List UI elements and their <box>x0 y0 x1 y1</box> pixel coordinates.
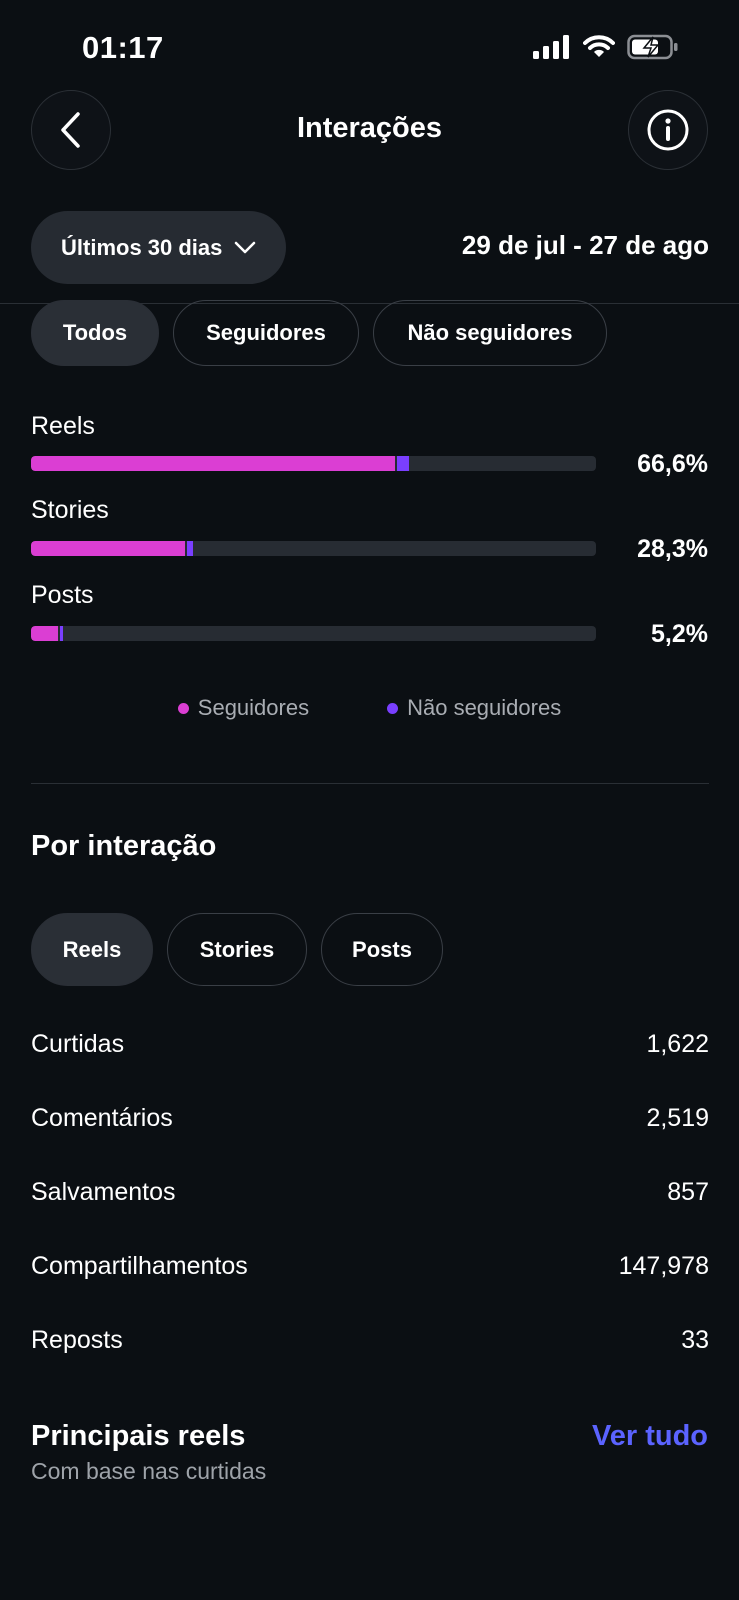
tab-stories[interactable]: Stories <box>167 913 307 986</box>
legend-followers: Seguidores <box>177 695 310 721</box>
bar-reels <box>31 456 596 471</box>
metric-label: Reposts <box>31 1326 123 1354</box>
bar-pct-reels: 66,6% <box>637 450 708 478</box>
metric-row-compartilhamentos: Compartilhamentos 147,978 <box>31 1252 709 1281</box>
non-followers-dot-icon <box>387 702 399 714</box>
metric-value: 2,519 <box>646 1104 709 1132</box>
status-icons <box>533 34 679 60</box>
content-type-tabs: Reels Stories Posts <box>31 913 443 986</box>
section-title-by-interaction: Por interação <box>31 830 217 862</box>
metric-row-salvamentos: Salvamentos 857 <box>31 1178 709 1207</box>
section-title-top-reels: Principais reels <box>31 1420 246 1452</box>
metric-row-comentarios: Comentários 2,519 <box>31 1104 709 1133</box>
bar-stories <box>31 541 596 556</box>
bar-label-reels: Reels <box>31 412 95 440</box>
bar-stories-non-followers <box>186 541 193 556</box>
metric-row-reposts: Reposts 33 <box>31 1326 709 1355</box>
metric-value: 147,978 <box>618 1252 709 1280</box>
metric-row-curtidas: Curtidas 1,622 <box>31 1030 709 1059</box>
chevron-down-icon <box>235 241 256 253</box>
filter-seguidores[interactable]: Seguidores <box>173 300 359 366</box>
metric-value: 33 <box>681 1326 709 1354</box>
metric-label: Salvamentos <box>31 1178 176 1206</box>
bar-posts-non-followers <box>59 626 63 641</box>
date-range: 29 de jul - 27 de ago <box>461 230 709 260</box>
bar-label-stories: Stories <box>31 496 109 524</box>
metric-label: Comentários <box>31 1104 173 1132</box>
status-time: 01:17 <box>82 30 164 65</box>
section-subtitle-top-reels: Com base nas curtidas <box>31 1458 267 1484</box>
period-label: Últimos 30 dias <box>61 234 223 260</box>
filter-nao-seguidores[interactable]: Não seguidores <box>373 300 607 366</box>
filter-todos[interactable]: Todos <box>31 300 159 366</box>
period-dropdown[interactable]: Últimos 30 dias <box>31 211 287 284</box>
bar-reels-non-followers <box>397 456 410 471</box>
metric-value: 1,622 <box>646 1030 709 1058</box>
bar-pct-stories: 28,3% <box>637 535 708 563</box>
followers-dot-icon <box>177 702 189 714</box>
bar-pct-posts: 5,2% <box>651 620 708 648</box>
bar-label-posts: Posts <box>31 581 94 609</box>
divider <box>31 783 709 784</box>
wifi-icon <box>583 35 615 57</box>
bar-stories-followers <box>31 541 185 556</box>
legend-followers-label: Seguidores <box>197 695 310 720</box>
legend-non-followers: Não seguidores <box>387 695 561 721</box>
legend-non-followers-label: Não seguidores <box>407 695 562 720</box>
audience-filter-row: Todos Seguidores Não seguidores <box>31 300 607 366</box>
battery-charging-icon <box>627 34 678 60</box>
metric-value: 857 <box>667 1178 709 1206</box>
bar-posts <box>31 626 596 641</box>
metric-label: Curtidas <box>31 1030 125 1058</box>
metric-label: Compartilhamentos <box>31 1252 248 1280</box>
info-icon <box>647 109 689 151</box>
bar-posts-followers <box>31 626 58 641</box>
tab-posts[interactable]: Posts <box>321 913 443 986</box>
info-button[interactable] <box>628 90 708 170</box>
tab-reels[interactable]: Reels <box>31 913 153 986</box>
bar-reels-followers <box>31 456 396 471</box>
legend: Seguidores Não seguidores <box>0 695 739 721</box>
see-all-link[interactable]: Ver tudo <box>592 1420 708 1453</box>
signal-icon <box>533 35 569 59</box>
